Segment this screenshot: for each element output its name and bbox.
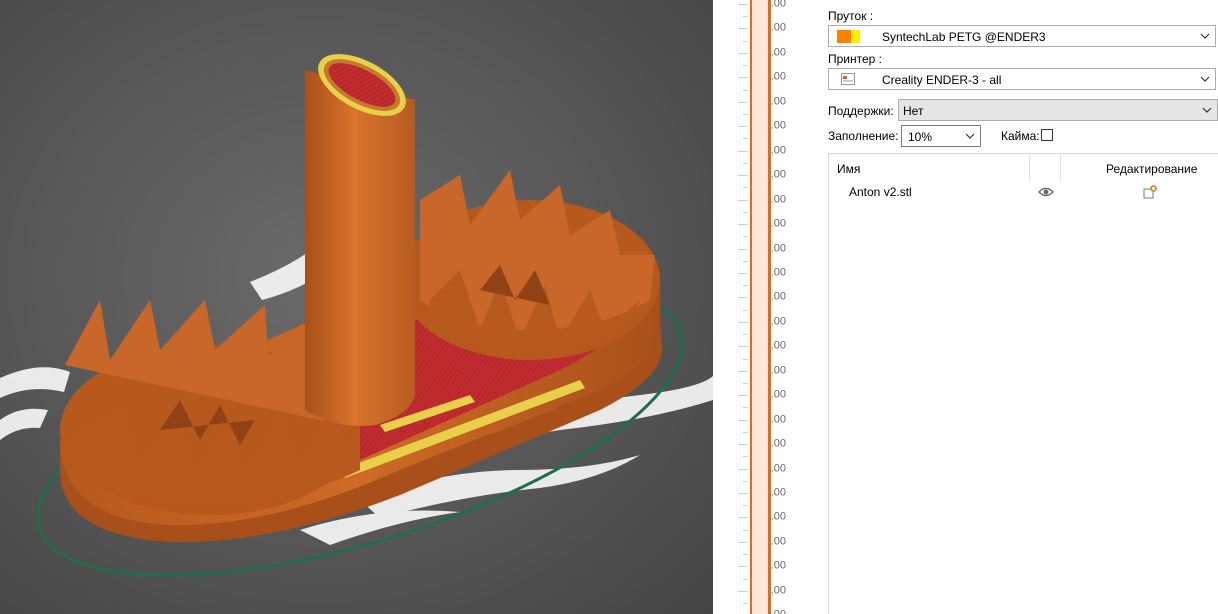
layer-ruler-tick [738,493,748,494]
layer-ruler-tick-minor [743,260,748,262]
layer-ruler-tick-minor [743,431,748,433]
object-name: Anton v2.stl [849,185,912,199]
right-fan [400,170,660,360]
3d-viewport[interactable] [0,0,713,614]
printer-select-value: Creality ENDER-3 - all [882,73,1002,87]
brim-checkbox[interactable] [1041,129,1053,141]
layer-ruler-tick [738,150,748,152]
layer-range-upper-track[interactable] [768,0,771,614]
model-tube [305,54,415,426]
filament-select-value: SyntechLab PETG @ENDER3 [882,30,1046,44]
layer-ruler-tick [738,566,748,568]
column-separator [1029,154,1030,182]
layer-ruler-tick-minor [743,358,748,360]
chevron-down-icon [1200,33,1210,39]
layer-ruler-tick [738,541,748,543]
layer-ruler-tick-minor [743,285,748,287]
layer-ruler-tick [738,224,748,226]
layer-ruler-tick [738,517,748,519]
layer-ruler-tick-minor [743,554,748,556]
layer-ruler-tick [738,101,748,103]
layer-ruler-tick [738,444,748,446]
layer-ruler-tick-minor [743,309,748,311]
edit-icon[interactable] [1143,185,1157,199]
brim-label: Кайма: [1001,129,1040,143]
infill-select[interactable]: 10% [901,125,981,147]
layer-ruler-tick [738,370,748,372]
filament-label: Пруток : [828,9,874,23]
filament-select[interactable]: SyntechLab PETG @ENDER3 [828,25,1216,47]
supports-select[interactable]: Нет [898,99,1218,121]
supports-label: Поддержки: [828,104,894,118]
printer-icon [841,73,855,85]
layer-ruler-tick [738,346,748,348]
object-list: Имя Редактирование Anton v2.stl [828,153,1218,614]
chevron-down-icon [1202,107,1212,113]
chevron-down-icon [965,133,975,139]
layer-ruler-tick [738,199,748,201]
layer-ruler-tick-minor [743,236,748,238]
layer-height-slider[interactable]: 35.00 34.00 33.00 32.00 31.00 30.00 29.00 28.00… [713,0,828,614]
chevron-down-icon [1200,76,1210,82]
layer-ruler-tick-minor [743,16,748,18]
layer-ruler-tick-minor [743,89,748,91]
printer-select[interactable]: Creality ENDER-3 - all [828,68,1216,90]
layer-ruler-tick-minor [743,65,748,67]
layer-range-fill [752,0,768,614]
layer-ruler-tick-minor [743,603,748,605]
layer-ruler-tick-minor [743,334,748,336]
layer-ruler-tick [738,321,748,323]
layer-ruler-tick-minor [743,211,748,213]
layer-ruler-tick [738,77,748,79]
slice-preview-render [0,54,713,577]
eye-icon[interactable] [1038,186,1054,198]
layer-ruler-tick-minor [743,187,748,189]
layer-ruler-tick-minor [743,578,748,580]
layer-ruler-tick-minor [743,456,748,458]
infill-label: Заполнение: [828,129,899,143]
layer-ruler-tick [738,248,748,250]
layer-ruler-tick [738,175,748,177]
layer-ruler-tick-minor [743,382,748,384]
layer-ruler-tick-minor [743,40,748,42]
layer-ruler-tick [738,126,748,128]
layer-ruler-tick [738,590,748,592]
layer-ruler-tick-minor [743,114,748,116]
layer-ruler-tick-minor [743,138,748,140]
layer-ruler-tick-minor [743,529,748,531]
layer-ruler-tick-minor [743,480,748,482]
layer-ruler-tick [738,395,748,397]
supports-select-value: Нет [903,104,924,118]
column-separator [1060,154,1061,182]
layer-ruler-tick-minor [743,407,748,409]
filament-color-swatch [837,30,860,43]
layer-ruler-tick [738,419,748,421]
layer-ruler-tick [738,272,748,274]
layer-range-lower-track[interactable] [750,0,752,614]
layer-ruler-tick [738,28,748,30]
column-header-name[interactable]: Имя [837,162,860,176]
layer-ruler-tick [738,4,748,5]
column-header-editing[interactable]: Редактирование [1106,162,1197,176]
layer-ruler-tick [738,52,748,54]
printer-label: Принтер : [828,52,883,66]
layer-ruler-tick-minor [743,505,748,507]
layer-ruler-tick [738,297,748,299]
infill-select-value: 10% [908,130,933,144]
layer-ruler-tick [738,468,748,470]
layer-ruler-tick-minor [743,162,748,164]
settings-panel: Пруток : SyntechLab PETG @ENDER3 Принтер… [828,0,1218,614]
